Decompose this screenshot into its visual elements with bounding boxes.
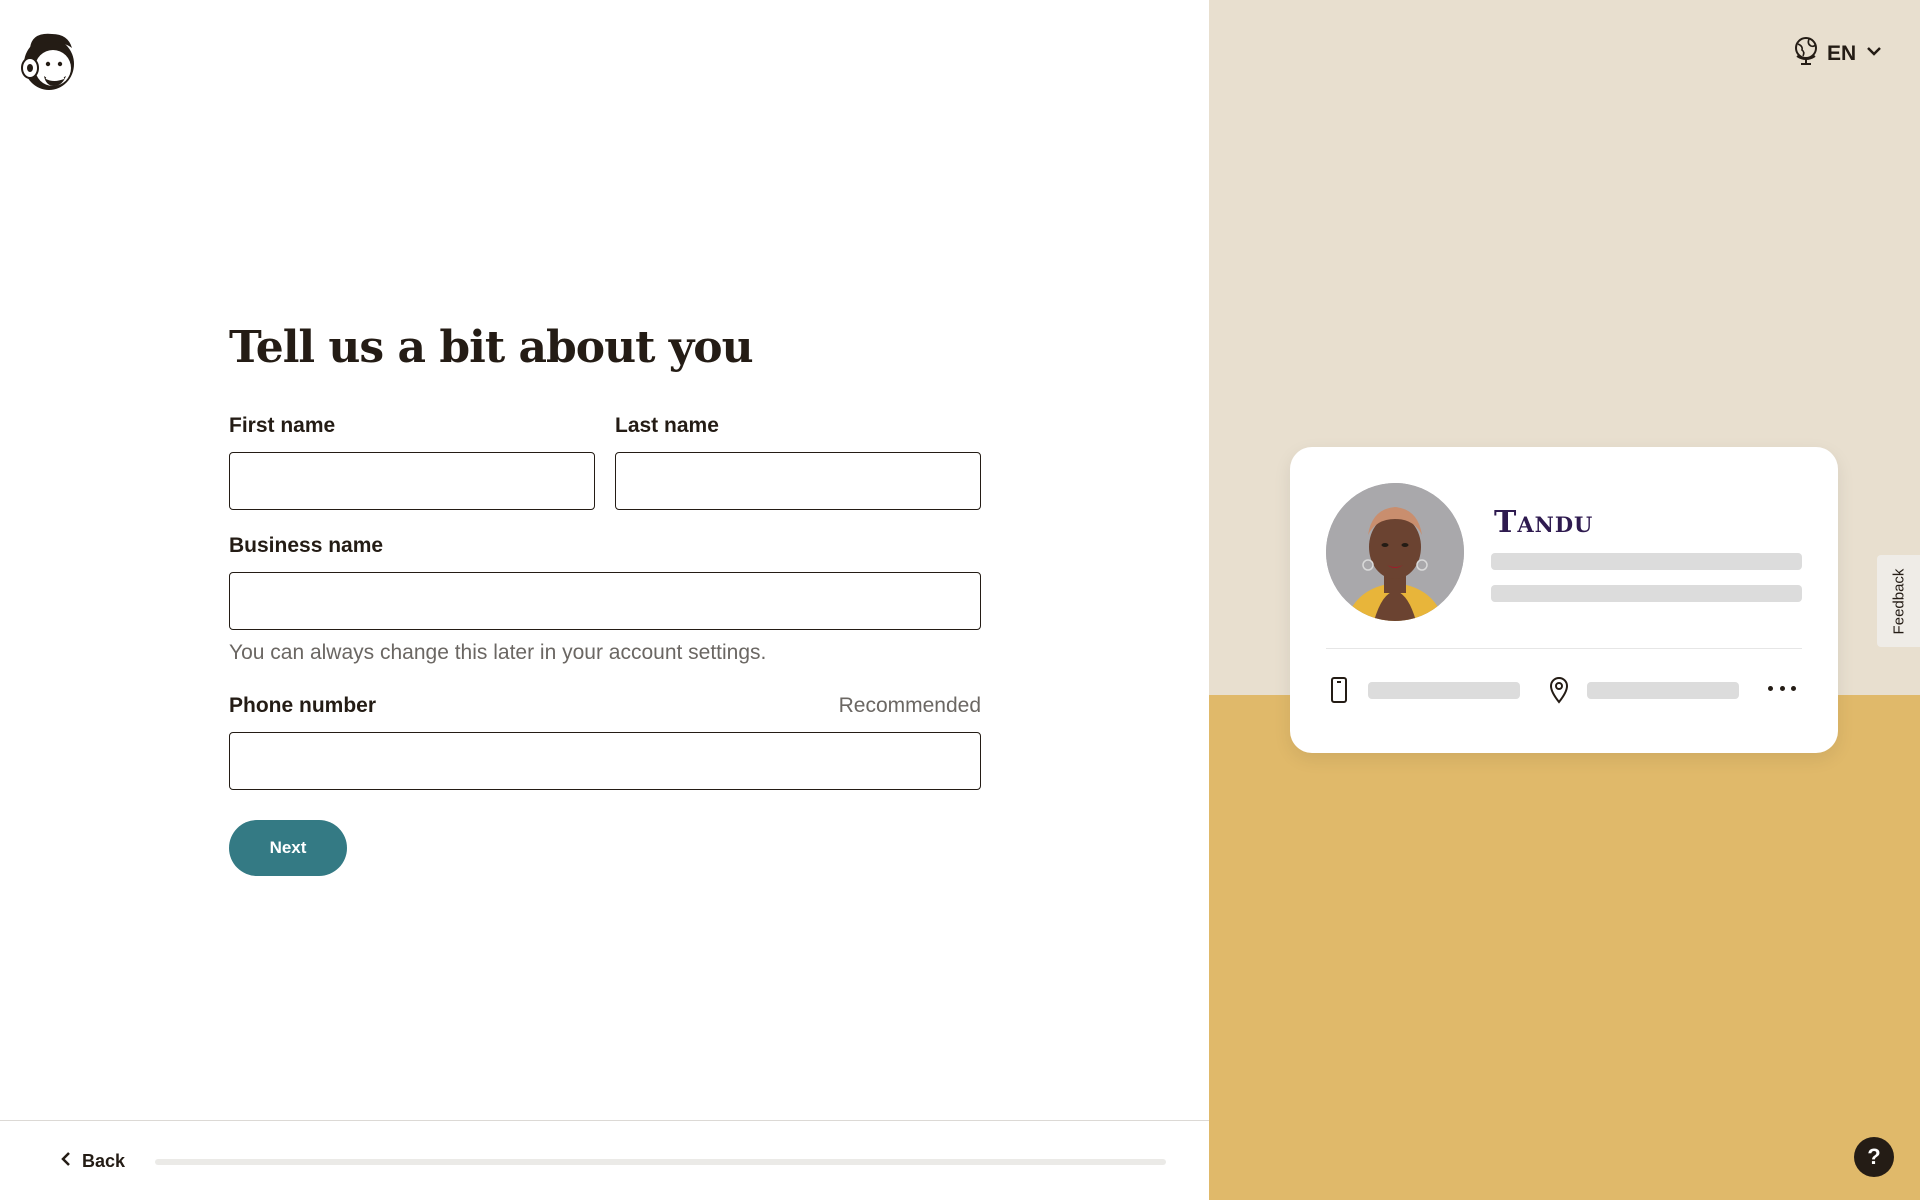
first-name-group: First name — [229, 414, 595, 510]
phone-number-label: Phone number — [229, 694, 377, 717]
mailchimp-logo-icon[interactable] — [18, 28, 80, 92]
more-horizontal-icon[interactable] — [1768, 682, 1796, 694]
last-name-label: Last name — [615, 414, 719, 437]
phone-number-header: Phone number Recommended — [229, 694, 981, 718]
placeholder-line — [1491, 585, 1802, 602]
form-panel: Tell us a bit about you First name Last … — [0, 0, 1209, 1200]
placeholder-line — [1587, 682, 1739, 699]
back-label: Back — [82, 1151, 126, 1171]
next-button[interactable]: Next — [229, 820, 347, 876]
last-name-input[interactable] — [615, 452, 981, 510]
business-name-label: Business name — [229, 534, 384, 557]
footer-bar: Back — [0, 1120, 1209, 1200]
location-pin-icon — [1549, 676, 1569, 709]
chevron-down-icon — [1864, 44, 1884, 63]
progress-bar — [155, 1159, 1166, 1165]
feedback-tab[interactable]: Feedback — [1877, 555, 1920, 647]
phone-number-input[interactable] — [229, 732, 981, 790]
panel-bottom-background — [1209, 695, 1920, 1200]
chevron-left-icon — [60, 1151, 72, 1172]
first-name-input[interactable] — [229, 452, 595, 510]
phone-number-group: Phone number Recommended — [229, 694, 981, 790]
placeholder-line — [1368, 682, 1520, 699]
card-divider — [1326, 648, 1802, 649]
profile-form: Tell us a bit about you First name Last … — [229, 320, 981, 876]
help-button[interactable]: ? — [1854, 1137, 1894, 1177]
business-card-preview: Tandu — [1290, 447, 1838, 753]
back-button[interactable]: Back — [60, 1151, 125, 1172]
recommended-hint: Recommended — [838, 694, 981, 717]
brand-name: Tandu — [1494, 505, 1594, 540]
language-code: EN — [1827, 41, 1857, 65]
globe-icon — [1793, 36, 1819, 71]
page-title: Tell us a bit about you — [229, 322, 754, 373]
business-name-input[interactable] — [229, 572, 981, 630]
business-name-group: Business name — [229, 534, 981, 630]
placeholder-line — [1491, 553, 1802, 570]
first-name-label: First name — [229, 414, 336, 437]
name-row: First name Last name — [229, 414, 981, 510]
feedback-label: Feedback — [1890, 568, 1907, 634]
business-name-helper-text: You can always change this later in your… — [229, 641, 767, 664]
phone-icon — [1330, 676, 1348, 709]
language-selector[interactable]: EN — [1793, 36, 1884, 71]
avatar — [1326, 483, 1464, 621]
last-name-group: Last name — [615, 414, 981, 510]
